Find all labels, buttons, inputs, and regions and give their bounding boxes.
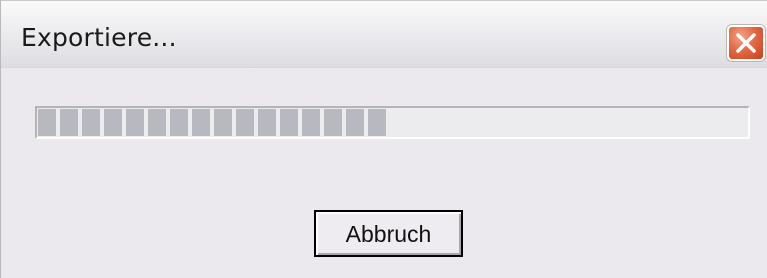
progress-chunk xyxy=(280,109,298,136)
progress-chunk xyxy=(302,109,320,136)
progress-chunk xyxy=(214,109,232,136)
progress-chunk xyxy=(192,109,210,136)
progress-chunk xyxy=(126,109,144,136)
close-button[interactable] xyxy=(727,25,765,61)
progress-chunk xyxy=(148,109,166,136)
progress-chunk xyxy=(346,109,364,136)
progress-chunk xyxy=(368,109,386,136)
progress-bar xyxy=(35,106,750,139)
progress-chunk xyxy=(170,109,188,136)
progress-chunk xyxy=(82,109,100,136)
progress-chunk xyxy=(258,109,276,136)
progress-chunk xyxy=(38,109,56,136)
progress-chunk xyxy=(104,109,122,136)
progress-chunk xyxy=(324,109,342,136)
window-title: Exportiere... xyxy=(21,23,177,52)
export-dialog: Exportiere... Abbruch xyxy=(0,0,767,278)
abort-button[interactable]: Abbruch xyxy=(314,210,463,257)
progress-fill xyxy=(38,109,386,136)
progress-chunk xyxy=(60,109,78,136)
progress-chunk xyxy=(236,109,254,136)
dialog-body: Abbruch xyxy=(1,68,767,278)
title-bar[interactable]: Exportiere... xyxy=(1,1,767,68)
